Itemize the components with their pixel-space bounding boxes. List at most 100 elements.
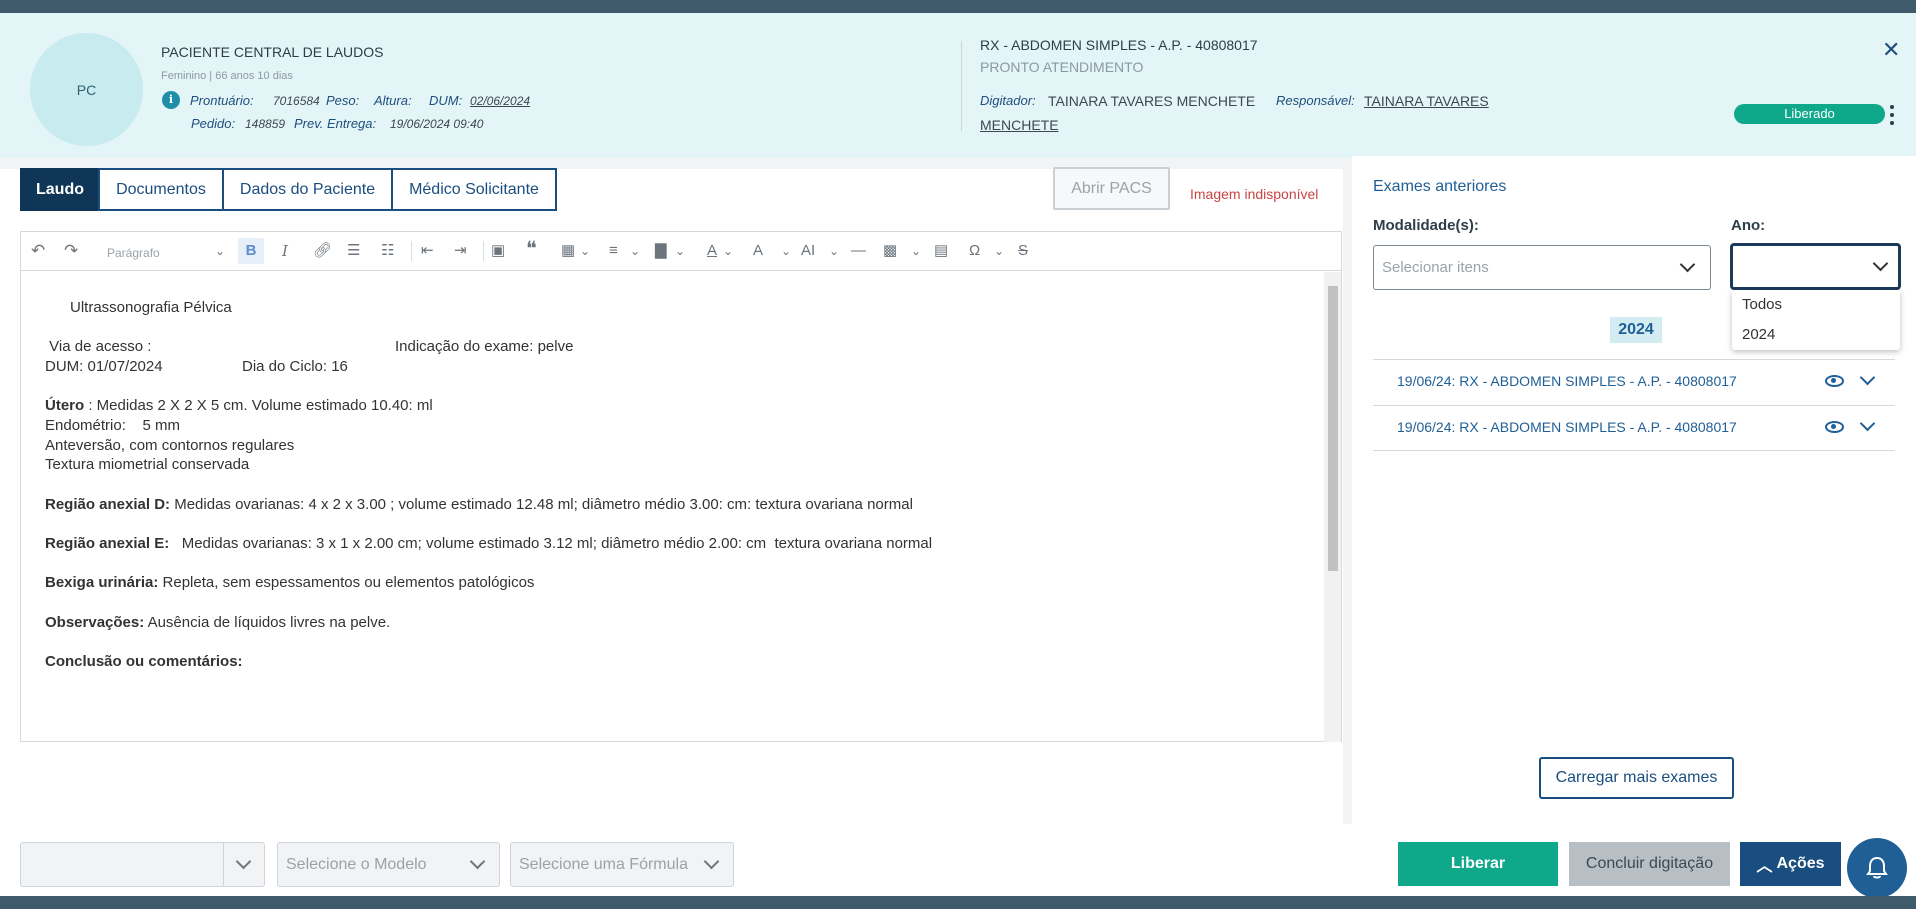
notification-bell-icon[interactable]	[1847, 838, 1907, 898]
responsavel-value[interactable]: TAINARA TAVARES	[1364, 93, 1489, 109]
more-options-icon[interactable]	[1889, 105, 1895, 125]
insert-image-icon[interactable]: ▣	[491, 242, 505, 260]
load-more-exams-button[interactable]: Carregar mais exames	[1539, 757, 1734, 799]
link-icon[interactable]: 🔗︎	[313, 242, 332, 260]
chevron-down-icon[interactable]: ⌄	[829, 242, 839, 260]
align-icon[interactable]: ≡	[609, 242, 618, 260]
anexial-d-text: Medidas ovarianas: 4 x 2 x 3.00 ; volume…	[170, 496, 913, 513]
scrollbar-thumb[interactable]	[1328, 286, 1338, 571]
patient-name: PACIENTE CENTRAL DE LAUDOS	[161, 44, 384, 60]
editor-content[interactable]: Ultrassonografia Pélvica Via de acesso :…	[21, 272, 1323, 742]
report-title: Ultrassonografia Pélvica	[70, 299, 232, 316]
template-category-select[interactable]	[20, 842, 265, 887]
table-icon[interactable]: ▦	[561, 242, 575, 260]
numbered-list-icon[interactable]: ☷	[381, 242, 394, 260]
anexial-e-label: Região anexial E:	[45, 535, 170, 552]
prev-entrega-label: Prev. Entrega:	[294, 116, 377, 131]
toolbar-separator	[483, 241, 484, 261]
tab-dados-paciente[interactable]: Dados do Paciente	[222, 168, 393, 211]
editor-toolbar: ↶ ↷ Parágrafo ⌄ B I 🔗︎ ☰ ☷ ⇤ ⇥ ▣ ❝ ▦ ⌄ ≡…	[21, 232, 1341, 271]
ano-select[interactable]	[1730, 243, 1901, 290]
modalidade-label: Modalidade(s):	[1373, 217, 1479, 234]
chevron-down-icon[interactable]: ⌄	[675, 242, 685, 260]
acoes-button[interactable]: ︿ Ações	[1740, 842, 1841, 886]
prontuario-label: Prontuário:	[190, 93, 254, 108]
pedido-label: Pedido:	[191, 116, 236, 131]
italic-icon[interactable]: I	[282, 242, 288, 260]
font-family-icon[interactable]: AI	[801, 242, 815, 260]
editor-scrollbar[interactable]	[1324, 272, 1341, 742]
previous-exam-item[interactable]: 19/06/24: RX - ABDOMEN SIMPLES - A.P. - …	[1397, 419, 1737, 435]
dum-label: DUM:	[429, 93, 463, 108]
bold-icon[interactable]: B	[238, 238, 264, 264]
exam-unit: PRONTO ATENDIMENTO	[980, 59, 1144, 75]
digitador-label: Digitador:	[980, 93, 1036, 108]
formula-select[interactable]: Selecione uma Fórmula	[510, 842, 734, 887]
outdent-icon[interactable]: ⇤	[421, 242, 434, 260]
modalidade-placeholder: Selecionar itens	[1382, 259, 1489, 276]
rich-text-editor: ↶ ↷ Parágrafo ⌄ B I 🔗︎ ☰ ☷ ⇤ ⇥ ▣ ❝ ▦ ⌄ ≡…	[20, 231, 1342, 742]
upload-image-icon[interactable]: ▩	[883, 242, 897, 260]
tab-laudo[interactable]: Laudo	[20, 168, 100, 211]
previous-exams-title: Exames anteriores	[1373, 178, 1507, 195]
responsavel-label: Responsável:	[1276, 93, 1355, 108]
endometrio-line: Endométrio: 5 mm	[45, 417, 181, 434]
modalidade-select[interactable]: Selecionar itens	[1373, 245, 1711, 290]
undo-icon[interactable]: ↶	[31, 242, 45, 260]
observacoes-text: Ausência de líquidos livres na pelve.	[144, 614, 391, 631]
chevron-down-icon	[469, 853, 486, 870]
model-select[interactable]: Selecione o Modelo	[277, 842, 500, 887]
chevron-down-icon[interactable]: ⌄	[911, 242, 921, 260]
toolbar-separator	[411, 241, 412, 261]
ano-dropdown-menu: Todos 2024	[1732, 290, 1900, 350]
image-unavailable-text: Imagem indisponível	[1190, 186, 1319, 202]
chevron-down-icon[interactable]: ⌄	[630, 242, 640, 260]
ano-option-todos[interactable]: Todos	[1742, 296, 1782, 313]
paragraph-select[interactable]: Parágrafo	[107, 244, 160, 262]
responsavel-value-cont[interactable]: MENCHETE	[980, 117, 1059, 133]
chevron-down-icon[interactable]: ⌄	[215, 242, 225, 260]
divider	[1373, 405, 1895, 406]
utero-line: Útero : Medidas 2 X 2 X 5 cm. Volume est…	[45, 397, 433, 415]
chevron-down-icon[interactable]: ⌄	[781, 242, 791, 260]
page-break-icon[interactable]: ▤	[934, 242, 948, 260]
special-characters-icon[interactable]: Ω	[969, 242, 980, 260]
close-icon[interactable]: ✕	[1882, 39, 1900, 61]
info-icon[interactable]: i	[162, 91, 180, 109]
tab-documentos[interactable]: Documentos	[98, 168, 224, 211]
anexial-e-line: Região anexial E: Medidas ovarianas: 3 x…	[45, 535, 932, 553]
bexiga-label: Bexiga urinária:	[45, 574, 159, 591]
highlight-icon[interactable]: ▇	[655, 242, 667, 260]
chevron-down-icon	[703, 853, 720, 870]
altura-label: Altura:	[374, 93, 412, 108]
horizontal-line-icon[interactable]: —	[851, 242, 866, 260]
concluir-digitacao-button[interactable]: Concluir digitação	[1569, 842, 1730, 886]
bell-icon	[1866, 856, 1888, 879]
chevron-down-icon[interactable]: ⌄	[994, 242, 1004, 260]
open-pacs-button[interactable]: Abrir PACS	[1053, 167, 1170, 210]
font-size-icon[interactable]: A	[753, 242, 763, 260]
formula-placeholder: Selecione uma Fórmula	[519, 856, 688, 873]
anexial-d-label: Região anexial D:	[45, 496, 171, 513]
redo-icon[interactable]: ↷	[64, 242, 78, 260]
blockquote-icon[interactable]: ❝	[526, 239, 537, 259]
eye-icon[interactable]	[1825, 375, 1844, 387]
liberar-button[interactable]: Liberar	[1398, 842, 1558, 886]
ano-label: Ano:	[1731, 217, 1766, 234]
indent-icon[interactable]: ⇥	[454, 242, 467, 260]
strikethrough-icon[interactable]: S	[1018, 242, 1028, 260]
eye-icon[interactable]	[1825, 421, 1844, 433]
chevron-down-icon	[235, 853, 252, 870]
font-color-icon[interactable]: A	[707, 242, 717, 260]
bexiga-line: Bexiga urinária: Repleta, sem espessamen…	[45, 574, 534, 592]
patient-header: PC PACIENTE CENTRAL DE LAUDOS Feminino |…	[0, 13, 1916, 158]
ano-option-2024[interactable]: 2024	[1742, 326, 1775, 343]
chevron-down-icon	[1872, 255, 1889, 272]
bulleted-list-icon[interactable]: ☰	[347, 242, 360, 260]
tab-medico-solicitante[interactable]: Médico Solicitante	[391, 168, 557, 211]
model-placeholder: Selecione o Modelo	[286, 856, 427, 873]
chevron-down-icon[interactable]: ⌄	[580, 242, 590, 260]
status-badge: Liberado	[1734, 104, 1885, 124]
chevron-down-icon[interactable]: ⌄	[723, 242, 733, 260]
previous-exam-item[interactable]: 19/06/24: RX - ABDOMEN SIMPLES - A.P. - …	[1397, 373, 1737, 389]
